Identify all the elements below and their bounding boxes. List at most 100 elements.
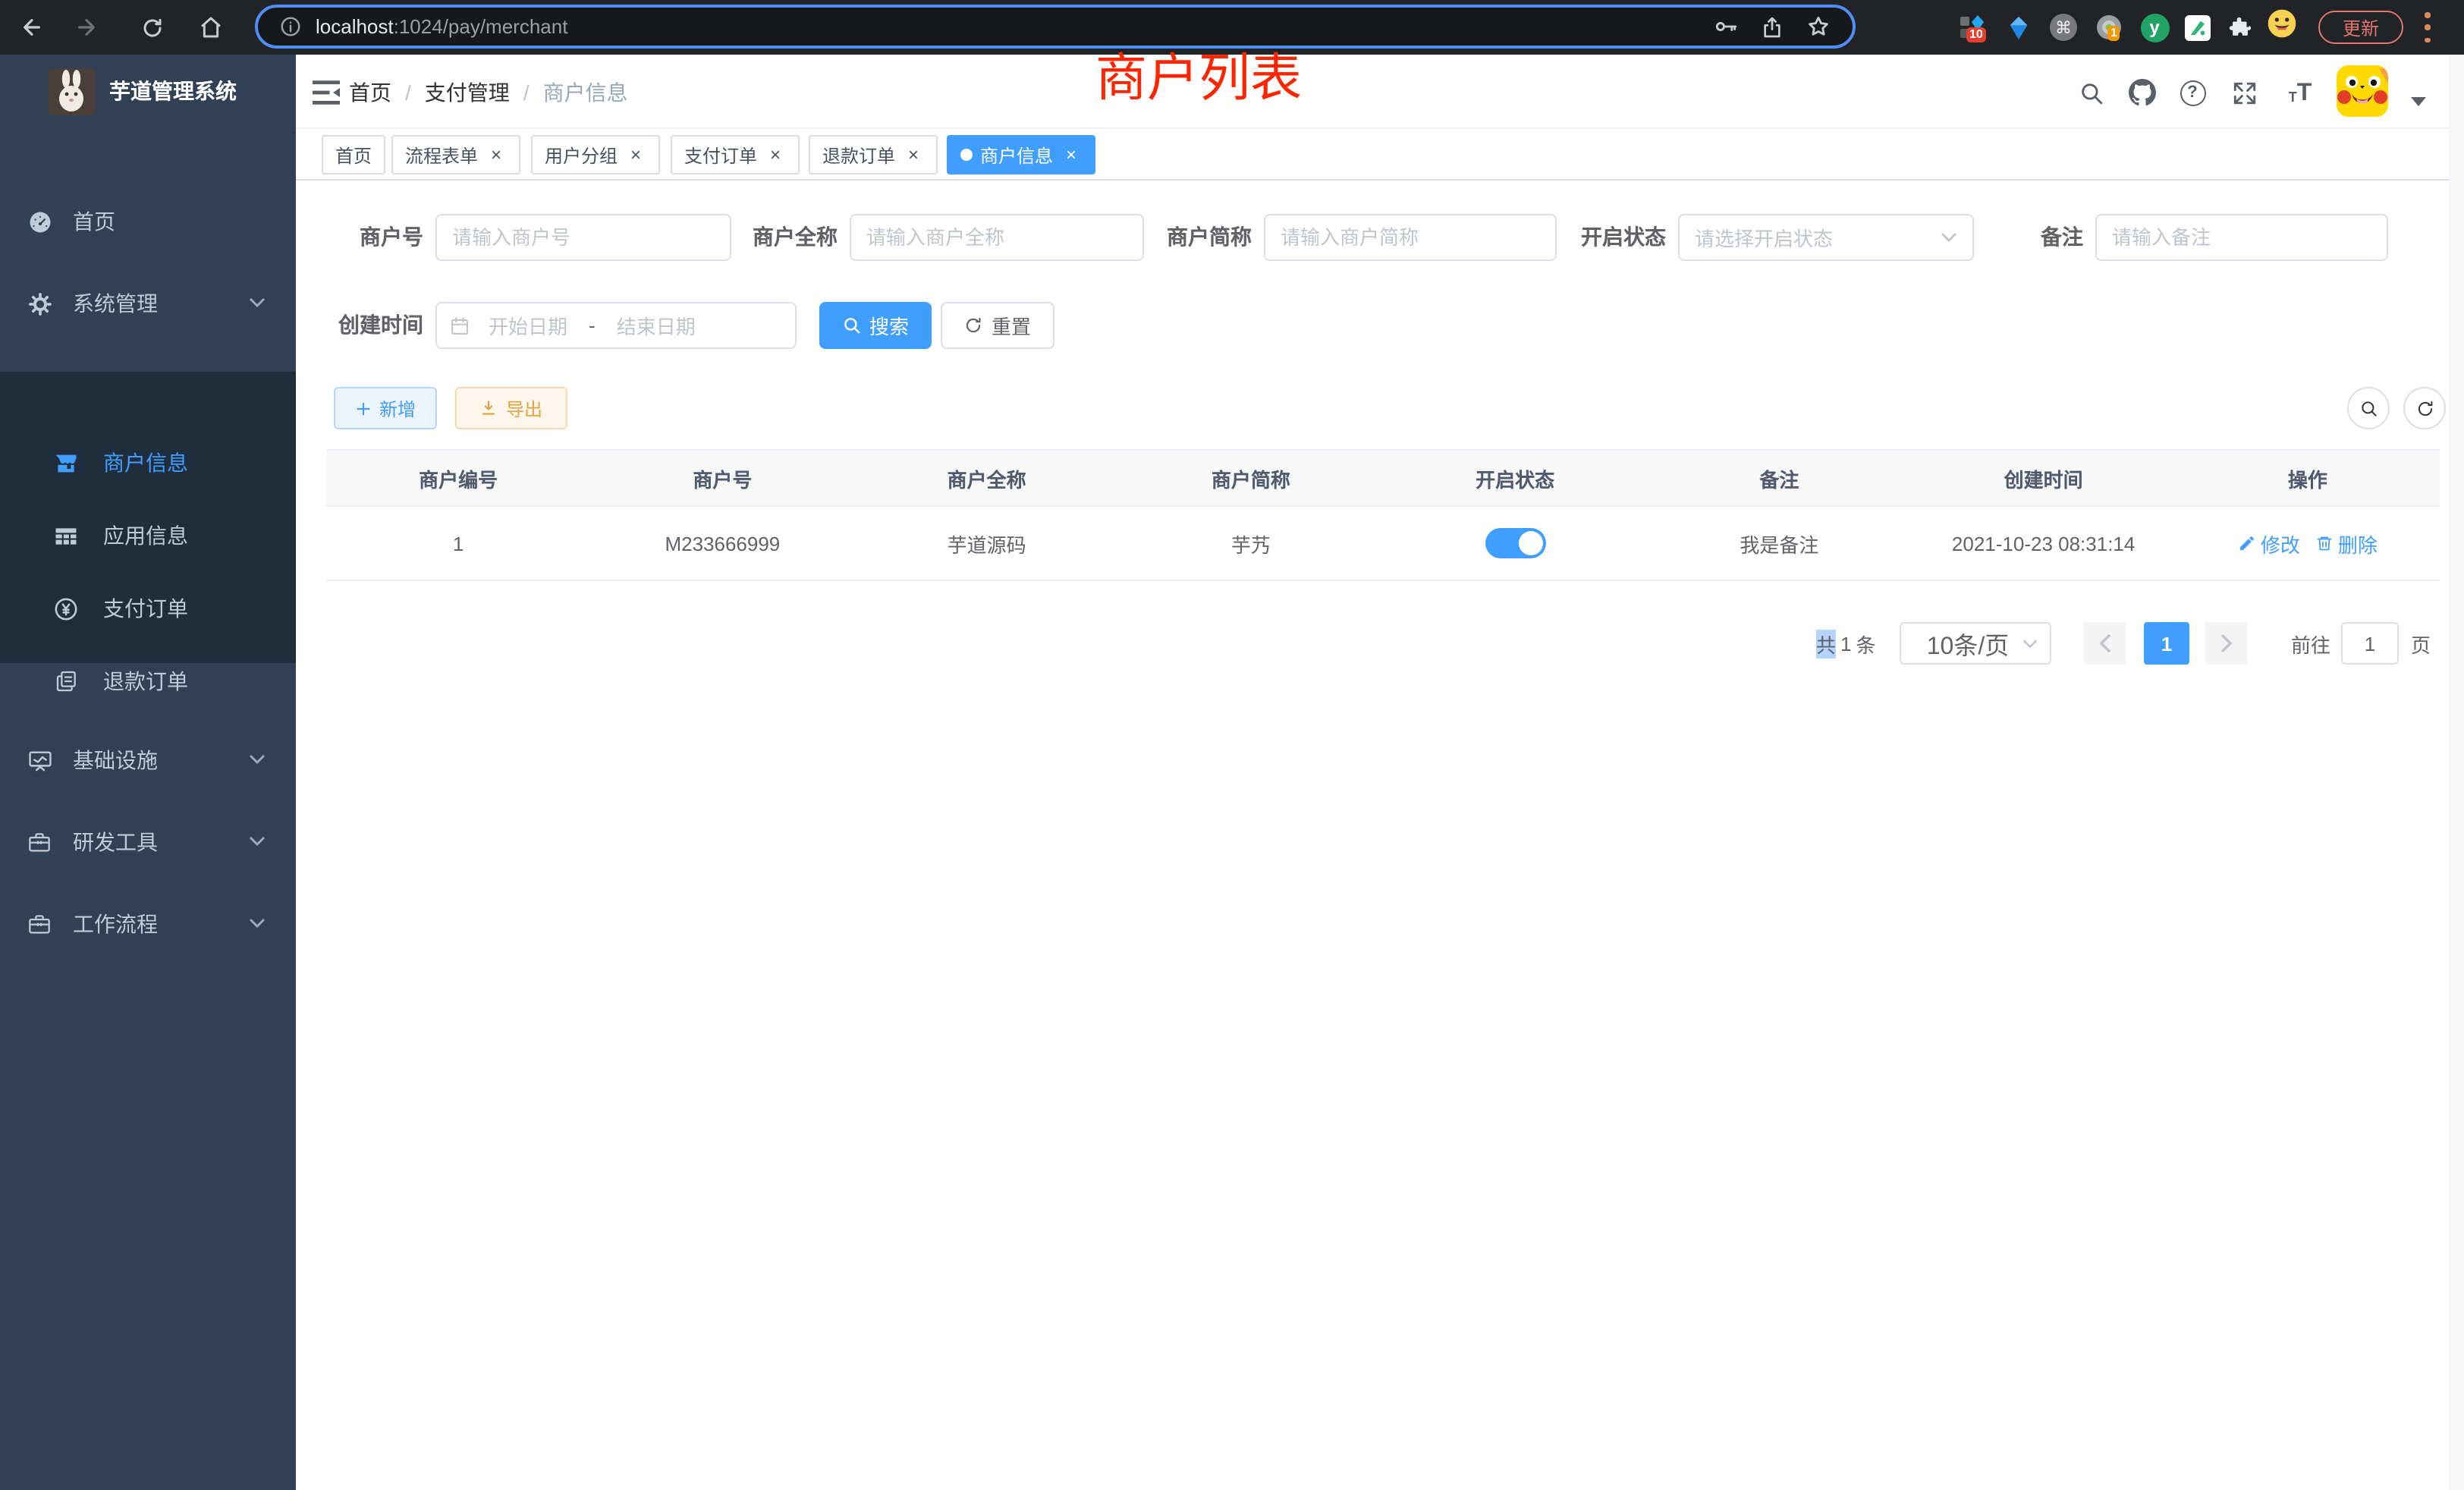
remark-input[interactable] [2095,214,2388,261]
merchant-table: 商户编号 商户号 商户全称 商户简称 开启状态 备注 创建时间 操作 1 M23… [326,449,2440,581]
tab-home[interactable]: 首页 [322,135,385,174]
sidebar-item-label: 应用信息 [103,520,188,551]
status-select-placeholder: 请选择开启状态 [1695,223,1941,252]
site-info-icon[interactable] [279,15,302,38]
browser-profile-avatar[interactable] [2267,8,2297,38]
goto-page-input[interactable] [2341,622,2399,665]
total-prefix: 共 [1816,629,1836,658]
extensions-puzzle-icon[interactable] [2224,12,2255,42]
search-button[interactable]: 搜索 [819,302,932,349]
toggle-search-button[interactable] [2347,387,2390,429]
close-icon[interactable]: × [486,144,507,165]
hamburger-icon[interactable] [311,77,341,108]
tab-refund-order[interactable]: 退款订单 × [809,135,938,174]
export-button[interactable]: 导出 [455,387,567,429]
sidebar-item-home[interactable]: 首页 [0,181,296,262]
short-name-label: 商户简称 [1115,214,1252,261]
breadcrumb-home[interactable]: 首页 [349,77,391,107]
sidebar-item-app-info[interactable]: 应用信息 [0,499,296,572]
full-name-input[interactable] [850,214,1144,261]
browser-reload-icon[interactable] [137,12,167,42]
close-icon[interactable]: × [625,144,646,165]
breadcrumb-separator: / [405,80,411,104]
breadcrumb-separator: / [523,80,530,104]
prev-page-button[interactable] [2083,622,2126,665]
header-search-icon[interactable] [2076,77,2106,108]
sidebar-item-label: 商户信息 [103,448,188,478]
sidebar-item-label: 支付订单 [103,593,188,624]
browser-update-button[interactable]: 更新 [2318,11,2403,44]
extension-sketch-icon[interactable]: 10 [1957,12,1988,42]
page-size-select[interactable]: 10条/页 [1900,622,2051,665]
sidebar-item-workflow[interactable]: 工作流程 [0,883,296,965]
tab-merchant-info[interactable]: 商户信息 × [947,135,1095,174]
goto-label: 前往 [2291,622,2330,665]
cell-short-name: 芋艿 [1119,507,1383,580]
browser-forward-icon[interactable] [71,12,102,42]
documents-icon [53,668,79,694]
chevron-down-icon [249,297,266,308]
reset-button[interactable]: 重置 [941,302,1054,349]
create-time-range-picker[interactable]: 开始日期 - 结束日期 [435,302,797,349]
help-icon[interactable]: ? [2177,77,2208,108]
tab-process-form[interactable]: 流程表单 × [391,135,520,174]
extension-vue-icon[interactable]: y [2139,12,2170,42]
sidebar-item-pay-order[interactable]: 支付订单 [0,572,296,645]
sidebar-logo[interactable]: 芋道管理系统 [0,55,296,127]
toggle-knob [1518,531,1542,555]
bookmark-star-icon[interactable] [1806,14,1831,39]
tab-pay-order[interactable]: 支付订单 × [671,135,800,174]
sidebar-item-merchant-info[interactable]: 商户信息 [0,426,296,499]
refresh-table-button[interactable] [2403,387,2446,429]
extension-command-icon[interactable]: ⌘ [2048,12,2079,42]
small-t-glyph: T [2289,86,2297,108]
add-button[interactable]: 新增 [334,387,437,429]
extension-gem-icon[interactable] [2003,12,2033,42]
short-name-input[interactable] [1264,214,1557,261]
breadcrumb-pay[interactable]: 支付管理 [425,77,510,107]
font-size-icon[interactable]: TT [2280,77,2320,108]
user-avatar[interactable] [2337,65,2388,117]
merchant-no-input[interactable] [435,214,731,261]
y-glyph: y [2140,13,2169,42]
app-root: localhost:1024/pay/merchant 10 ⌘ [0,0,2464,1490]
browser-toolbar: localhost:1024/pay/merchant 10 ⌘ [0,0,2464,55]
calendar-icon [449,315,470,336]
browser-back-icon[interactable] [17,12,47,42]
fullscreen-icon[interactable] [2229,77,2259,108]
col-header: 操作 [2176,451,2440,505]
search-button-label: 搜索 [869,311,909,340]
page-scrollbar[interactable] [2449,55,2464,1490]
col-header: 开启状态 [1383,451,1647,505]
close-icon[interactable]: × [765,144,786,165]
delete-link[interactable]: 删除 [2315,529,2378,558]
sidebar-item-refund-order[interactable]: 退款订单 [0,645,296,718]
cell-merchant-no: M233666999 [590,507,854,580]
extension-lens-icon[interactable]: 1 [2094,12,2124,42]
share-icon[interactable] [1760,14,1784,39]
status-select[interactable]: 请选择开启状态 [1678,214,1974,261]
chevron-right-icon [2219,634,2233,652]
github-icon[interactable] [2127,77,2158,108]
close-icon[interactable]: × [903,144,924,165]
close-icon[interactable]: × [1061,144,1082,165]
sidebar-item-infra[interactable]: 基础设施 [0,719,296,801]
password-key-icon[interactable] [1713,14,1739,39]
sidebar-item-system[interactable]: 系统管理 [0,262,296,344]
status-toggle[interactable] [1485,528,1545,558]
next-page-button[interactable] [2205,622,2247,665]
cell-create-time: 2021-10-23 08:31:14 [1912,507,2176,580]
edit-link[interactable]: 修改 [2238,529,2300,558]
tab-user-group[interactable]: 用户分组 × [531,135,660,174]
cell-remark: 我是备注 [1647,507,1911,580]
extension-note-icon[interactable] [2182,12,2212,42]
avatar-caret-down-icon[interactable] [2411,97,2426,106]
browser-menu-icon[interactable] [2425,12,2431,42]
sidebar-item-dev-tools[interactable]: 研发工具 [0,801,296,883]
sidebar-item-label: 研发工具 [73,827,158,857]
page-1-button[interactable]: 1 [2144,622,2189,665]
url-bar[interactable]: localhost:1024/pay/merchant [255,5,1856,49]
pagination-total: 共 1 条 [1816,622,1876,665]
browser-home-icon[interactable] [196,12,226,42]
tab-label: 商户信息 [980,142,1053,168]
